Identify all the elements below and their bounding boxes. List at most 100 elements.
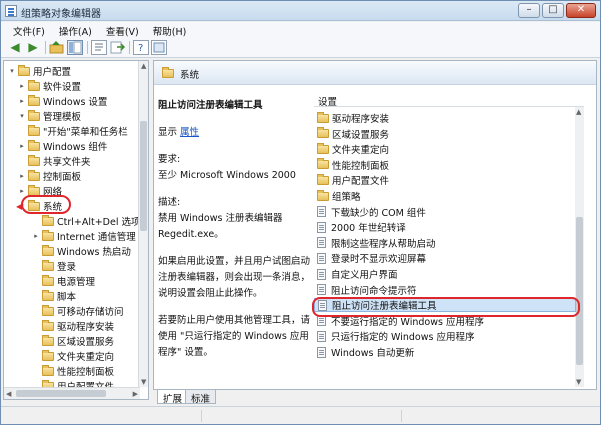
menu-view[interactable]: 查看(V) <box>100 22 147 38</box>
settings-folder-item[interactable]: 区域设置服务 <box>314 127 576 141</box>
scroll-up-icon[interactable]: ▲ <box>576 108 581 116</box>
tab-extended[interactable]: 扩展 <box>157 390 189 405</box>
folder-icon <box>28 109 40 121</box>
settings-folder-item[interactable]: 组策略 <box>314 189 576 203</box>
folder-icon <box>42 244 54 256</box>
policy-item[interactable]: 2000 年世纪转译 <box>314 220 576 234</box>
close-button[interactable]: ✕ <box>566 3 596 18</box>
folder-icon <box>28 94 40 106</box>
tree-item-label: 区域设置服务 <box>57 337 115 348</box>
expand-icon[interactable]: ▸ <box>18 97 26 105</box>
scroll-left-icon[interactable]: ◀ <box>6 390 11 398</box>
properties-link[interactable]: 属性 <box>180 127 199 138</box>
settings-vertical-scrollbar[interactable]: ▲ ▼ <box>575 107 584 387</box>
back-arrow-icon[interactable]: ◀ <box>7 40 23 55</box>
expand-icon[interactable]: ▸ <box>18 142 26 150</box>
policy-item[interactable]: 登录时不显示欢迎屏幕 <box>314 251 576 265</box>
expand-icon[interactable]: ▸ <box>18 187 26 195</box>
tree-item[interactable]: "开始"菜单和任务栏 <box>18 124 128 138</box>
policy-item[interactable]: 只运行指定的 Windows 应用程序 <box>314 329 576 343</box>
tree-item[interactable]: ▸ Windows 组件 <box>18 139 107 153</box>
scroll-up-icon[interactable]: ▲ <box>141 62 146 70</box>
folder-icon <box>317 173 329 185</box>
description-line: 若要防止用户使用其他管理工具，请 <box>158 315 311 326</box>
menu-help[interactable]: 帮助(H) <box>147 22 195 38</box>
policy-item-label: 2000 年世纪转译 <box>331 223 406 235</box>
settings-scroll-thumb[interactable] <box>576 217 583 365</box>
tree-item[interactable]: 可移动存储访问 <box>32 304 124 318</box>
description-line: 说明设置会阻止此操作。 <box>158 288 263 299</box>
tree-item[interactable]: 性能控制面板 <box>32 364 114 378</box>
description-line: 使用 "只运行指定的 Windows 应用 <box>158 331 309 342</box>
tree-item-label: Windows 热启动 <box>57 247 131 258</box>
folder-icon <box>42 319 54 331</box>
scroll-down-icon[interactable]: ▼ <box>141 378 146 386</box>
collapse-icon[interactable]: ▾ <box>18 112 26 120</box>
tree-hscroll-thumb[interactable] <box>16 390 106 397</box>
tree-pane[interactable]: 用户配置文件性能控制面板文件夹重定向区域设置服务驱动程序安装可移动存储访问脚本电… <box>3 60 149 400</box>
settings-folder-item[interactable]: 文件夹重定向 <box>314 142 576 156</box>
settings-list: 设置 ▲ ▼ 驱动程序安装 区域设置服务文件夹重定向 性能控制面板 用户配置文件 组策略… <box>314 91 584 387</box>
tree-item[interactable]: Ctrl+Alt+Del 选项 <box>32 214 141 228</box>
policy-setting-icon <box>317 268 326 280</box>
menu-file[interactable]: 文件(F) <box>7 22 53 38</box>
expand-icon[interactable]: ▸ <box>32 232 40 240</box>
tree-item[interactable]: Windows 热启动 <box>32 244 131 258</box>
folder-icon <box>28 124 40 136</box>
show-tree-icon[interactable] <box>67 40 83 55</box>
title-bar[interactable]: 组策略对象编辑器 – □ ✕ <box>1 1 600 21</box>
policy-item[interactable]: 下载缺少的 COM 组件 <box>314 205 576 219</box>
collapse-icon[interactable]: ▾ <box>8 67 16 75</box>
tree-horizontal-scrollbar[interactable]: ◀ ▶ <box>4 387 140 399</box>
folder-icon <box>42 304 54 316</box>
view-icon[interactable] <box>151 40 167 55</box>
tree-item[interactable]: ▸ Internet 通信管理 <box>32 229 136 243</box>
policy-setting-icon <box>317 346 326 358</box>
tree-item[interactable]: 共享文件夹 <box>18 154 91 168</box>
status-bar <box>1 406 600 424</box>
up-folder-icon[interactable] <box>49 40 65 55</box>
policy-item[interactable]: 阻止访问命令提示符 <box>314 283 576 297</box>
menu-action[interactable]: 操作(A) <box>53 22 100 38</box>
export-icon[interactable] <box>109 40 126 55</box>
tree-vertical-scrollbar[interactable]: ▲ ▼ <box>138 61 148 387</box>
minimize-button[interactable]: – <box>518 3 540 18</box>
tree-item-label: 共享文件夹 <box>43 157 91 168</box>
scroll-down-icon[interactable]: ▼ <box>576 378 581 386</box>
settings-column-header[interactable]: 设置 <box>314 91 584 108</box>
tree-item[interactable]: ▾ 用户配置 <box>8 64 71 78</box>
policy-setting-icon <box>317 237 326 249</box>
expand-icon[interactable]: ▸ <box>18 82 26 90</box>
settings-item-label: 文件夹重定向 <box>332 145 390 157</box>
tree-scroll-thumb[interactable] <box>140 121 147 231</box>
settings-item-label: 性能控制面板 <box>332 160 390 172</box>
policy-item[interactable]: Windows 自动更新 <box>314 345 576 359</box>
maximize-button[interactable]: □ <box>542 3 564 18</box>
tree-item[interactable]: ▾ 管理模板 <box>18 109 81 123</box>
tree-item-label: "开始"菜单和任务栏 <box>43 127 128 138</box>
settings-folder-item[interactable]: 性能控制面板 <box>314 158 576 172</box>
description-line: 程序" 设置。 <box>158 347 213 358</box>
tree-item-label: 软件设置 <box>43 82 82 93</box>
tree-item[interactable]: 脚本 <box>32 289 76 303</box>
help-icon[interactable]: ? <box>133 40 149 55</box>
folder-icon <box>28 154 40 166</box>
policy-item[interactable]: 自定义用户界面 <box>314 267 576 281</box>
settings-folder-item[interactable]: 用户配置文件 <box>314 173 576 187</box>
expand-icon[interactable]: ▸ <box>18 172 26 180</box>
tree-item[interactable]: 电源管理 <box>32 274 95 288</box>
properties-icon[interactable] <box>91 40 107 55</box>
tree-item[interactable]: ▸ 软件设置 <box>18 79 81 93</box>
folder-icon <box>18 64 30 76</box>
tree-item[interactable]: 区域设置服务 <box>32 334 114 348</box>
tree-item[interactable]: ▸ 控制面板 <box>18 169 81 183</box>
tree-item[interactable]: ▸ Windows 设置 <box>18 94 107 108</box>
forward-arrow-icon[interactable]: ▶ <box>25 40 41 55</box>
tree-item[interactable]: 驱动程序安装 <box>32 319 114 333</box>
scroll-right-icon[interactable]: ▶ <box>133 390 138 398</box>
policy-item[interactable]: 限制这些程序从帮助启动 <box>314 236 576 250</box>
tab-standard[interactable]: 标准 <box>185 390 217 405</box>
settings-folder-item[interactable]: 驱动程序安装 <box>314 111 576 125</box>
tree-item[interactable]: 文件夹重定向 <box>32 349 114 363</box>
tree-item[interactable]: 登录 <box>32 259 76 273</box>
